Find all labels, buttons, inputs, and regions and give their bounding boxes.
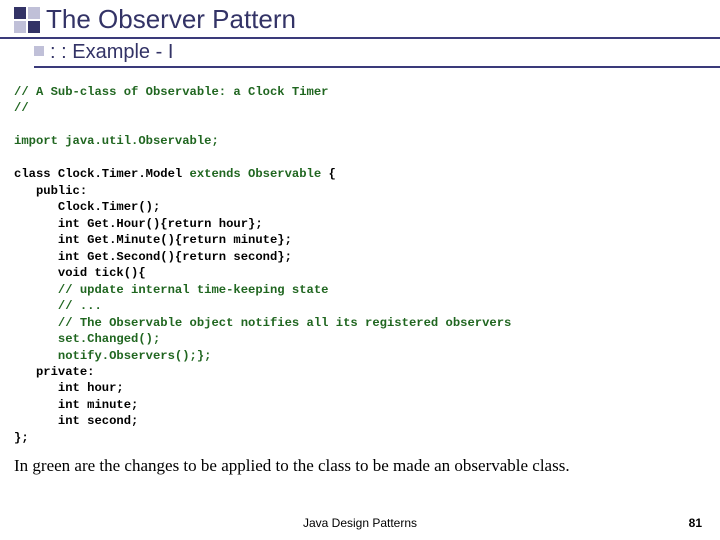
code-line: // The Observable object notifies all it…: [14, 316, 511, 330]
code-block: // A Sub-class of Observable: a Clock Ti…: [14, 84, 706, 446]
logo-squares: [14, 7, 40, 33]
code-line: int minute;: [14, 398, 138, 412]
code-line: int hour;: [14, 381, 124, 395]
code-line: set.Changed();: [14, 332, 160, 346]
code-line: Clock.Timer();: [14, 200, 160, 214]
code-line: class Clock.Timer.Model: [14, 167, 190, 181]
footer-center: Java Design Patterns: [0, 516, 720, 530]
code-line: //: [14, 101, 29, 115]
code-line: // A Sub-class of Observable: a Clock Ti…: [14, 85, 329, 99]
code-line: int Get.Second(){return second};: [14, 250, 292, 264]
code-line: // update internal time-keeping state: [14, 283, 329, 297]
code-line: // ...: [14, 299, 102, 313]
code-line: {: [321, 167, 336, 181]
code-line: private:: [14, 365, 94, 379]
code-line: import java.util.Observable;: [14, 134, 219, 148]
slide-header: The Observer Pattern : : Example - I: [0, 0, 720, 68]
code-line: int second;: [14, 414, 138, 428]
slide-title: The Observer Pattern: [46, 4, 296, 35]
code-line: void tick(){: [14, 266, 146, 280]
caption-text: In green are the changes to be applied t…: [14, 456, 706, 476]
code-line: int Get.Minute(){return minute};: [14, 233, 292, 247]
code-line: };: [14, 431, 29, 445]
code-line: notify.Observers();};: [14, 349, 211, 363]
title-row: The Observer Pattern: [0, 4, 720, 39]
code-line: int Get.Hour(){return hour};: [14, 217, 263, 231]
code-keyword: extends Observable: [190, 167, 322, 181]
code-line: public:: [14, 184, 87, 198]
slide-subtitle: : : Example - I: [34, 41, 720, 68]
page-number: 81: [689, 516, 702, 530]
